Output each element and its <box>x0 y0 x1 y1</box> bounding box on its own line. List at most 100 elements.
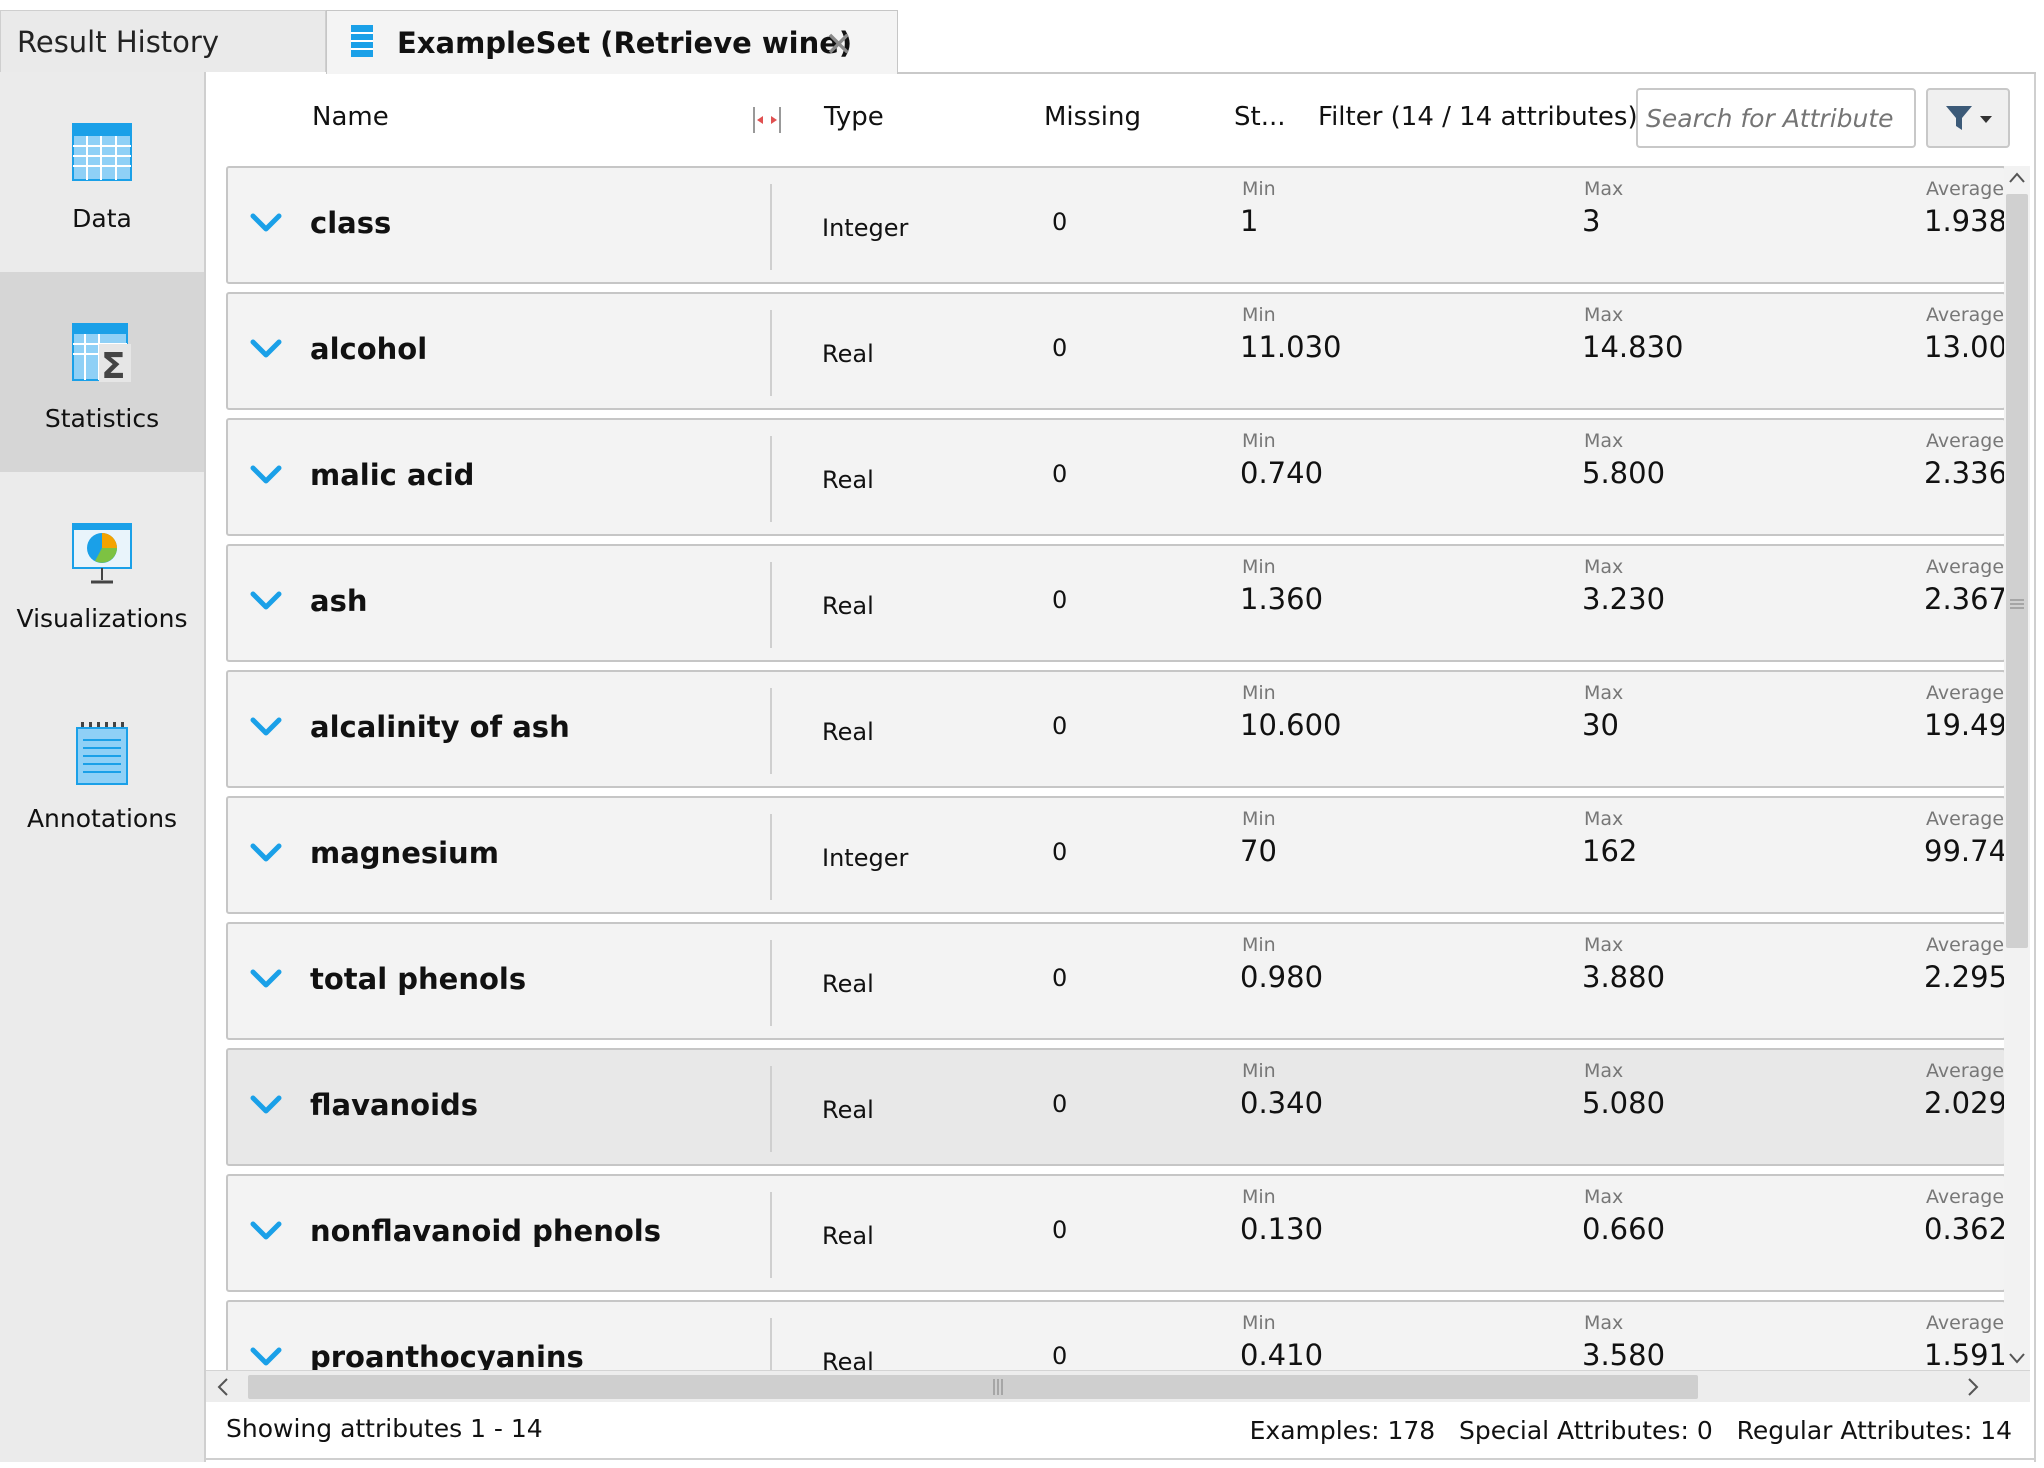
expand-chevron-icon[interactable] <box>250 212 282 234</box>
search-attribute-input[interactable] <box>1636 88 1916 148</box>
header-missing[interactable]: Missing <box>1044 102 1141 132</box>
column-divider <box>770 436 772 522</box>
min-label: Min <box>1242 934 1276 956</box>
max-value: 5.080 <box>1582 1086 1666 1120</box>
column-divider <box>770 940 772 1026</box>
header-name[interactable]: Name <box>312 102 389 132</box>
sidebar-item-annotations[interactable]: Annotations <box>0 672 204 872</box>
max-label: Max <box>1584 934 1624 956</box>
max-label: Max <box>1584 1186 1624 1208</box>
average-value: 2.295 <box>1924 960 2004 994</box>
attribute-row[interactable]: malic acid Real 0 Min 0.740 Max 5.800 Average 2.… <box>226 418 2004 536</box>
expand-chevron-icon[interactable] <box>250 842 282 864</box>
scroll-up-icon[interactable] <box>2008 170 2026 189</box>
attribute-type: Real <box>822 1096 874 1124</box>
min-value: 70 <box>1240 834 1277 868</box>
average-label: Average <box>1926 556 2004 578</box>
max-value: 5.800 <box>1582 456 1666 490</box>
min-value: 0.340 <box>1240 1086 1324 1120</box>
scroll-down-icon[interactable] <box>2008 1350 2026 1369</box>
tab-exampleset[interactable]: ExampleSet (Retrieve wine) ✕ <box>326 10 898 74</box>
average-value: 0.362 <box>1924 1212 2004 1246</box>
expand-chevron-icon[interactable] <box>250 1346 282 1368</box>
svg-text:Σ: Σ <box>101 346 126 384</box>
expand-chevron-icon[interactable] <box>250 1220 282 1242</box>
sidebar-item-visualizations[interactable]: Visualizations <box>0 472 204 672</box>
horizontal-scrollbar[interactable] <box>206 1370 2030 1402</box>
attribute-row[interactable]: nonflavanoid phenols Real 0 Min 0.130 Max 0.66… <box>226 1174 2004 1292</box>
attribute-row[interactable]: class Integer 0 Min 1 Max 3 Average 1.938 <box>226 166 2004 284</box>
attribute-row[interactable]: alcalinity of ash Real 0 Min 10.600 Max 30 Aver… <box>226 670 2004 788</box>
column-divider <box>770 688 772 774</box>
statistics-icon: Σ <box>71 322 133 387</box>
attribute-type: Real <box>822 466 874 494</box>
attribute-row[interactable]: proanthocyanins Real 0 Min 0.410 Max 3.580 Aver… <box>226 1300 2004 1372</box>
min-label: Min <box>1242 178 1276 200</box>
expand-chevron-icon[interactable] <box>250 590 282 612</box>
sidebar-item-visualizations-label: Visualizations <box>16 604 188 633</box>
vertical-scrollbar[interactable] <box>2004 166 2030 1370</box>
header-statistics[interactable]: St... <box>1234 102 1286 132</box>
attribute-type: Real <box>822 340 874 368</box>
header-type[interactable]: Type <box>824 102 884 132</box>
min-value: 0.130 <box>1240 1212 1324 1246</box>
tab-result-history[interactable]: Result History <box>0 10 326 72</box>
average-value: 2.336 <box>1924 456 2004 490</box>
expand-chevron-icon[interactable] <box>250 464 282 486</box>
horizontal-scroll-thumb[interactable] <box>248 1375 1698 1399</box>
average-value: 13.00 <box>1924 330 2004 364</box>
table-icon <box>71 122 133 184</box>
scroll-right-icon[interactable] <box>1966 1377 1980 1401</box>
column-divider <box>770 310 772 396</box>
close-icon[interactable]: ✕ <box>825 25 854 65</box>
attribute-type: Real <box>822 592 874 620</box>
max-label: Max <box>1584 304 1624 326</box>
attribute-row[interactable]: flavanoids Real 0 Min 0.340 Max 5.080 Average 2.… <box>226 1048 2004 1166</box>
attribute-name: alcalinity of ash <box>310 710 570 744</box>
max-value: 14.830 <box>1582 330 1684 364</box>
sidebar-item-statistics[interactable]: Σ Statistics <box>0 272 204 472</box>
attribute-name: class <box>310 206 392 240</box>
bottom-border <box>206 1458 2036 1460</box>
column-divider <box>770 562 772 648</box>
column-resize-icon[interactable] <box>752 107 782 133</box>
expand-chevron-icon[interactable] <box>250 338 282 360</box>
attribute-row[interactable]: total phenols Real 0 Min 0.980 Max 3.880 Averag… <box>226 922 2004 1040</box>
sidebar-item-data-label: Data <box>72 204 132 233</box>
filter-dropdown-button[interactable] <box>1926 88 2010 148</box>
visualizations-icon <box>71 522 133 584</box>
column-header: Name Type Missing St... Filter (14 / 14 … <box>206 74 2036 166</box>
sidebar-item-statistics-label: Statistics <box>44 404 160 433</box>
column-divider <box>770 1318 772 1372</box>
attribute-name: total phenols <box>310 962 527 996</box>
tab-bar: Result History ExampleSet (Retrieve wine… <box>0 0 2044 74</box>
max-label: Max <box>1584 1060 1624 1082</box>
showing-attributes-label: Showing attributes 1 - 14 <box>226 1414 543 1443</box>
average-value: 1.938 <box>1924 204 2004 238</box>
average-label: Average <box>1926 304 2004 326</box>
attribute-row[interactable]: ash Real 0 Min 1.360 Max 3.230 Average 2.367 <box>226 544 2004 662</box>
attribute-row[interactable]: alcohol Real 0 Min 11.030 Max 14.830 Average 13.… <box>226 292 2004 410</box>
attribute-missing: 0 <box>1052 712 1068 740</box>
scroll-left-icon[interactable] <box>216 1377 230 1401</box>
min-label: Min <box>1242 682 1276 704</box>
expand-chevron-icon[interactable] <box>250 968 282 990</box>
min-value: 1.360 <box>1240 582 1324 616</box>
sidebar-item-data[interactable]: Data <box>0 72 204 272</box>
attribute-name: magnesium <box>310 836 499 870</box>
status-bar: Showing attributes 1 - 14 Examples: 178 … <box>206 1404 2036 1462</box>
expand-chevron-icon[interactable] <box>250 716 282 738</box>
vertical-scroll-thumb[interactable] <box>2006 194 2028 948</box>
attribute-row[interactable]: magnesium Integer 0 Min 70 Max 162 Average 99.74 <box>226 796 2004 914</box>
column-divider <box>770 1066 772 1152</box>
attribute-type: Integer <box>822 844 909 872</box>
average-label: Average <box>1926 808 2004 830</box>
max-label: Max <box>1584 682 1624 704</box>
column-divider <box>770 1192 772 1278</box>
dataset-summary: Examples: 178 Special Attributes: 0 Regu… <box>1249 1416 2012 1445</box>
attribute-missing: 0 <box>1052 1342 1068 1370</box>
attribute-name: nonflavanoid phenols <box>310 1214 661 1248</box>
expand-chevron-icon[interactable] <box>250 1094 282 1116</box>
attribute-type: Real <box>822 970 874 998</box>
attribute-missing: 0 <box>1052 586 1068 614</box>
